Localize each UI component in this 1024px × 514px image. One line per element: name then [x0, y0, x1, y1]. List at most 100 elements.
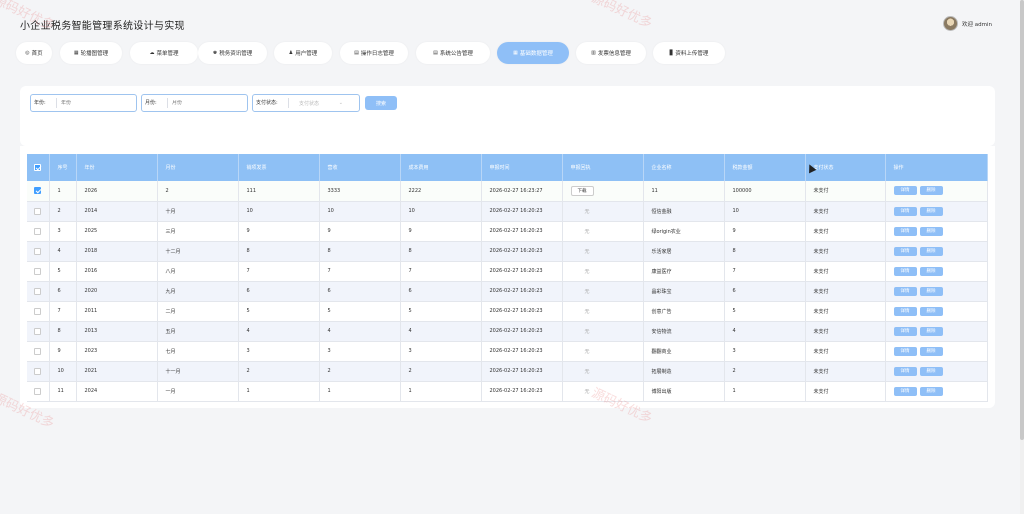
detail-button[interactable]: 详情	[893, 346, 917, 356]
cell-invoice: 10	[238, 201, 320, 222]
row-select-cell[interactable]	[27, 321, 50, 342]
nav-item-label: 轮播图管理	[80, 51, 109, 57]
select-all-checkbox[interactable]	[34, 164, 41, 171]
row-select-cell[interactable]	[27, 361, 50, 382]
row-checkbox[interactable]	[34, 307, 41, 315]
cell-invoice: 4	[238, 321, 320, 342]
row-checkbox[interactable]	[34, 247, 41, 255]
detail-button[interactable]: 详情	[893, 326, 917, 336]
detail-button[interactable]: 详情	[893, 226, 917, 236]
row-checkbox[interactable]	[34, 347, 41, 355]
nav-item-announcements[interactable]: ▤ 系统公告管理	[416, 42, 490, 64]
cell-cost: 8	[400, 241, 482, 262]
row-select-cell[interactable]	[27, 381, 50, 402]
table-row[interactable]: 5 2016 八月 7 7 7 2026-02-27 16:20:23 无康益医疗 7 未支付 详情…	[27, 261, 988, 282]
row-checkbox[interactable]	[34, 207, 41, 215]
table-row[interactable]: 10 2021 十一月 2 2 2 2026-02-27 16:20:23 无拓展制造 2 未支付…	[27, 361, 988, 382]
detail-button[interactable]: 详情	[893, 306, 917, 316]
table-row[interactable]: 2 2014 十月 10 10 10 2026-02-27 16:20:23 无恒信金融 10 未…	[27, 201, 988, 222]
month-field[interactable]: 月份:	[141, 94, 248, 112]
row-checkbox[interactable]	[34, 327, 41, 335]
receipt-empty: 无	[584, 288, 590, 295]
cell-time: 2026-02-27 16:20:23	[481, 341, 563, 362]
row-select-cell[interactable]	[27, 241, 50, 262]
detail-button[interactable]: 详情	[893, 266, 917, 276]
row-select-cell[interactable]	[27, 301, 50, 322]
row-checkbox[interactable]	[34, 367, 41, 375]
delete-button[interactable]: 删除	[919, 246, 943, 256]
table-row[interactable]: 1 2026 2 111 3333 2222 2026-02-27 16:23:27 下载 11…	[27, 181, 988, 202]
row-checkbox[interactable]	[34, 287, 41, 295]
receipt-empty: 无	[584, 348, 590, 355]
search-button[interactable]: 搜索	[365, 96, 397, 110]
detail-button[interactable]: 详情	[893, 386, 917, 396]
row-select-cell[interactable]	[27, 221, 50, 242]
scrollbar[interactable]	[1020, 0, 1024, 514]
cell-time: 2026-02-27 16:20:23	[481, 301, 563, 322]
welcome-text[interactable]: 欢迎 admin	[962, 20, 992, 28]
cell-cost: 6	[400, 281, 482, 302]
cell-status: 未支付	[805, 221, 886, 242]
cell-month: 八月	[157, 261, 239, 282]
row-select-cell[interactable]	[27, 201, 50, 222]
delete-button[interactable]: 删除	[919, 266, 943, 276]
cell-company: 康益医疗	[643, 261, 725, 282]
row-select-cell[interactable]	[27, 181, 50, 202]
nav-item-invoices[interactable]: ▥ 发票信息管理	[576, 42, 646, 64]
detail-button[interactable]: 详情	[893, 186, 917, 196]
delete-button[interactable]: 删除	[919, 206, 943, 216]
nav-item-home[interactable]: ◎ 首页	[16, 42, 52, 64]
delete-button[interactable]: 删除	[919, 286, 943, 296]
row-checkbox[interactable]	[34, 227, 41, 235]
detail-button[interactable]: 详情	[893, 246, 917, 256]
row-checkbox[interactable]	[34, 187, 41, 195]
delete-button[interactable]: 删除	[919, 326, 943, 336]
table-row[interactable]: 8 2013 五月 4 4 4 2026-02-27 16:20:23 无安信物流 4 未支付 详情…	[27, 321, 988, 342]
status-label: 支付状态:	[253, 98, 289, 108]
download-button[interactable]: 下载	[570, 185, 594, 196]
user-box[interactable]: 欢迎 admin	[943, 16, 992, 31]
delete-button[interactable]: 删除	[919, 386, 943, 396]
row-checkbox[interactable]	[34, 267, 41, 275]
nav-item-menu[interactable]: ☁ 菜单管理	[130, 42, 198, 64]
table-panel: 序号 年份 月份 销项发票 营收 成本费用 申报时间 申报回执 企业名称 税款金…	[20, 146, 995, 408]
month-input[interactable]	[168, 100, 228, 106]
cell-status: 未支付	[805, 361, 886, 382]
row-checkbox[interactable]	[34, 387, 41, 395]
delete-button[interactable]: 删除	[919, 346, 943, 356]
year-input[interactable]	[57, 100, 117, 106]
cell-month: 十一月	[157, 361, 239, 382]
cell-receipt: 无	[562, 261, 644, 282]
table-row[interactable]: 9 2023 七月 3 3 3 2026-02-27 16:20:23 无翻翻商业 3 未支付 详情…	[27, 341, 988, 362]
scrollbar-thumb[interactable]	[1020, 0, 1024, 440]
delete-button[interactable]: 删除	[919, 226, 943, 236]
nav-item-uploads[interactable]: ▊ 资料上传管理	[653, 42, 725, 64]
table-row[interactable]: 7 2011 二月 5 5 5 2026-02-27 16:20:23 无创意广告 5 未支付 详情…	[27, 301, 988, 322]
detail-button[interactable]: 详情	[893, 366, 917, 376]
nav-item-carousel[interactable]: ▦ 轮播图管理	[60, 42, 122, 64]
col-header-tax: 税款金额	[724, 154, 806, 181]
nav-item-users[interactable]: ♟ 用户管理	[274, 42, 332, 64]
status-field[interactable]: 支付状态: 支付状态 ⌄	[252, 94, 360, 112]
delete-button[interactable]: 删除	[919, 366, 943, 376]
table-row[interactable]: 11 2024 一月 1 1 1 2026-02-27 16:20:23 无博阳出版 1 未支付详…	[27, 381, 988, 402]
nav-item-tax-news[interactable]: ♚ 税务资讯管理	[198, 42, 267, 64]
table-row[interactable]: 3 2025 三月 9 9 9 2026-02-27 16:20:23 无绿origin农业 9…	[27, 221, 988, 242]
delete-button[interactable]: 删除	[919, 306, 943, 316]
avatar[interactable]	[943, 16, 959, 31]
year-field[interactable]: 年份:	[30, 94, 137, 112]
delete-button[interactable]: 删除	[919, 186, 943, 196]
cell-month: 2	[157, 181, 239, 202]
table-row[interactable]: 6 2020 九月 6 6 6 2026-02-27 16:20:23 无晶彩珠宝 6 未支付 详情…	[27, 281, 988, 302]
select-all-cell[interactable]	[27, 154, 50, 181]
row-select-cell[interactable]	[27, 261, 50, 282]
row-select-cell[interactable]	[27, 281, 50, 302]
row-select-cell[interactable]	[27, 341, 50, 362]
detail-button[interactable]: 详情	[893, 286, 917, 296]
cell-status: 未支付	[805, 201, 886, 222]
detail-button[interactable]: 详情	[893, 206, 917, 216]
table-row[interactable]: 4 2018 十二月 8 8 8 2026-02-27 16:20:23 无乐活家居 8 未支付详…	[27, 241, 988, 262]
nav-item-logs[interactable]: ▤ 操作日志管理	[340, 42, 408, 64]
nav-item-basic-data[interactable]: ▦ 基础数据管理	[497, 42, 569, 64]
status-select[interactable]: 支付状态 ⌄	[289, 100, 349, 107]
